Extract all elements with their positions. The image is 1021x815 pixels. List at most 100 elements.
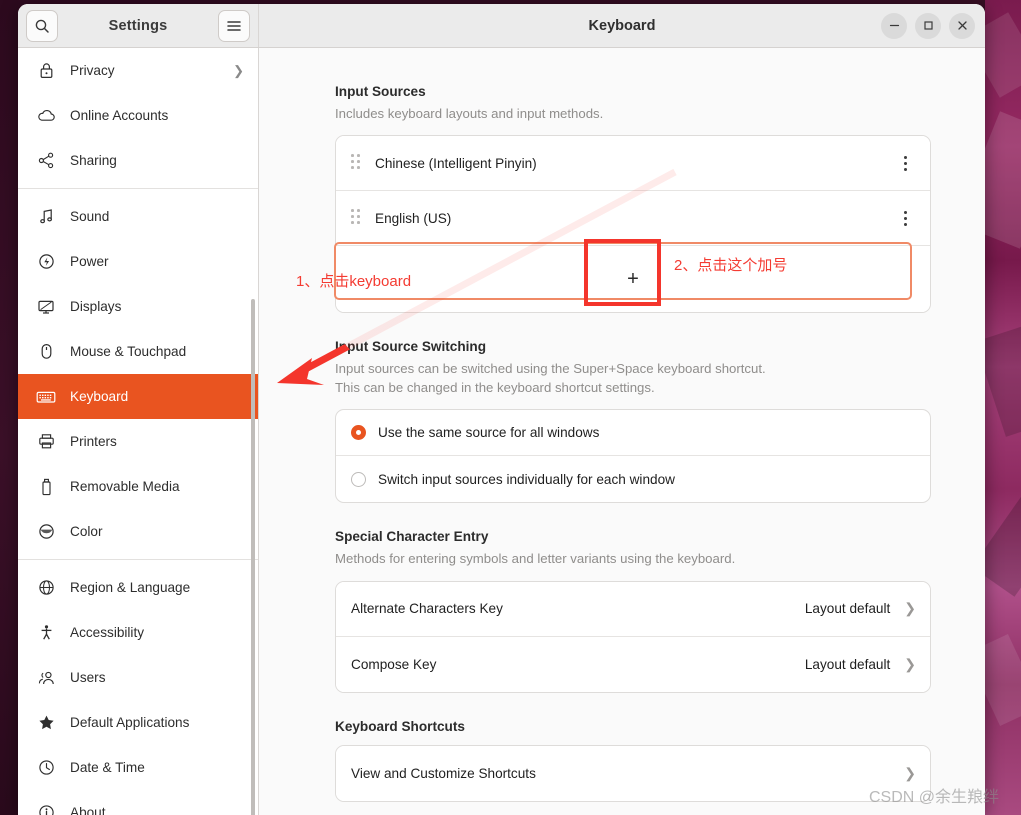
sidebar-item-color[interactable]: Color (18, 509, 258, 554)
radio-unselected-icon[interactable] (351, 471, 366, 487)
sidebar-item-sharing[interactable]: Sharing (18, 138, 258, 183)
sidebar-item-keyboard[interactable]: Keyboard (18, 374, 258, 419)
row-value: Layout default (804, 601, 891, 617)
sidebar-item-online-accounts[interactable]: Online Accounts (18, 93, 258, 138)
input-source-options-button[interactable] (894, 150, 916, 176)
sidebar-item-label: Color (70, 524, 103, 539)
power-bolt-icon (35, 252, 57, 272)
input-source-name: Chinese (Intelligent Pinyin) (375, 155, 537, 171)
input-source-options-button[interactable] (894, 205, 916, 231)
sidebar-item-label: Power (70, 254, 109, 269)
keyboard-icon (35, 387, 57, 407)
share-nodes-icon (35, 151, 57, 171)
sidebar-header: Settings (18, 4, 259, 47)
clock-icon (35, 758, 57, 778)
input-source-switching-description: Input sources can be switched using the … (335, 359, 931, 397)
window-titlebar: Settings Keyboard (18, 4, 985, 48)
monitor-icon (35, 297, 57, 317)
sidebar-divider (18, 559, 258, 560)
sidebar-item-label: Default Applications (70, 715, 190, 730)
sidebar-item-accessibility[interactable]: Accessibility (18, 610, 258, 655)
input-source-switching-heading: Input Source Switching (335, 339, 487, 355)
csdn-watermark: CSDN @余生羪绊 (868, 789, 999, 806)
sidebar-item-sound[interactable]: Sound (18, 194, 258, 239)
sidebar-item-label: Sharing (70, 153, 117, 168)
special-character-entry-card: Alternate Characters Key Layout default … (335, 580, 931, 693)
wallpaper-shape (985, 493, 1021, 597)
compose-key-row[interactable]: Compose Key Layout default ❯ (336, 636, 930, 692)
sidebar-item-label: Online Accounts (70, 108, 169, 123)
sidebar-item-privacy[interactable]: Privacy ❯ (18, 48, 258, 93)
wallpaper-shape (985, 634, 1021, 726)
alternate-characters-key-row[interactable]: Alternate Characters Key Layout default … (336, 581, 930, 637)
drag-handle-icon[interactable] (351, 209, 365, 227)
sidebar-item-displays[interactable]: Displays (18, 284, 258, 329)
window-controls (881, 12, 975, 39)
input-source-row[interactable]: Chinese (Intelligent Pinyin) (336, 136, 930, 192)
sidebar-item-label: Region & Language (70, 580, 191, 595)
switching-option-same-source[interactable]: Use the same source for all windows (336, 410, 930, 457)
switching-option-per-window[interactable]: Switch input sources individually for ea… (336, 456, 930, 502)
chevron-right-icon: ❯ (904, 655, 916, 672)
sidebar-item-label: Removable Media (70, 479, 180, 494)
page-title: Keyboard (588, 17, 656, 34)
settings-app-title: Settings (108, 17, 168, 34)
keyboard-shortcuts-card: View and Customize Shortcuts ❯ (335, 744, 931, 802)
add-input-source-button[interactable]: + (336, 246, 930, 313)
settings-window: Settings Keyboard Privacy ❯ Online Accou… (18, 4, 985, 815)
star-icon (35, 713, 57, 733)
usb-drive-icon (35, 477, 57, 497)
input-sources-heading: Input Sources (335, 84, 426, 99)
sidebar-item-label: Accessibility (70, 625, 145, 640)
close-button[interactable] (949, 12, 975, 39)
view-customize-shortcuts-row[interactable]: View and Customize Shortcuts ❯ (336, 745, 930, 801)
window-body: Privacy ❯ Online Accounts Sharing Sound … (18, 48, 985, 815)
sidebar-item-region-language[interactable]: Region & Language (18, 565, 258, 610)
switching-option-label: Use the same source for all windows (378, 425, 600, 441)
info-circle-icon (35, 803, 57, 815)
sidebar-item-label: Privacy (70, 63, 115, 78)
chevron-right-icon: ❯ (233, 62, 244, 78)
sidebar-item-label: Sound (70, 209, 110, 224)
drag-handle-icon[interactable] (351, 154, 365, 172)
search-button[interactable] (26, 9, 58, 42)
switching-desc-line-2: This can be changed in the keyboard shor… (335, 380, 655, 396)
sidebar-item-about[interactable]: About (18, 790, 258, 815)
switching-option-label: Switch input sources individually for ea… (378, 471, 675, 487)
minimize-button[interactable] (881, 12, 907, 39)
input-sources-card: Chinese (Intelligent Pinyin) English (US… (335, 135, 931, 314)
input-sources-description: Includes keyboard layouts and input meth… (335, 106, 604, 121)
sidebar-item-label: Mouse & Touchpad (70, 344, 187, 359)
sidebar-item-label: About (70, 805, 106, 815)
sidebar-item-label: Users (70, 670, 106, 685)
sidebar-divider (18, 188, 258, 189)
main-menu-button[interactable] (218, 9, 250, 42)
maximize-button[interactable] (915, 12, 941, 39)
keyboard-settings-content: Input Sources Includes keyboard layouts … (259, 48, 985, 815)
chevron-right-icon: ❯ (904, 764, 916, 781)
sidebar-item-default-applications[interactable]: Default Applications (18, 700, 258, 745)
sidebar-item-removable-media[interactable]: Removable Media (18, 464, 258, 509)
sidebar-item-power[interactable]: Power (18, 239, 258, 284)
sidebar-scrollbar[interactable] (251, 299, 255, 815)
printer-icon (35, 432, 57, 452)
mouse-icon (35, 342, 57, 362)
row-value: Layout default (804, 656, 891, 672)
sidebar-item-label: Displays (70, 299, 122, 314)
input-source-switching-card: Use the same source for all windows Swit… (335, 409, 931, 504)
sidebar-item-date-time[interactable]: Date & Time (18, 745, 258, 790)
input-source-row[interactable]: English (US) (336, 191, 930, 247)
sidebar-item-printers[interactable]: Printers (18, 419, 258, 464)
sidebar-item-label: Date & Time (70, 760, 145, 775)
wallpaper-right-edge (985, 0, 1021, 815)
radio-selected-icon[interactable] (351, 425, 366, 441)
switching-desc-line-1: Input sources can be switched using the … (335, 361, 766, 377)
special-character-entry-heading: Special Character Entry (335, 529, 489, 545)
sidebar-item-users[interactable]: Users (18, 655, 258, 700)
sidebar-item-mouse-touchpad[interactable]: Mouse & Touchpad (18, 329, 258, 374)
keyboard-shortcuts-heading: Keyboard Shortcuts (335, 718, 465, 734)
cloud-icon (35, 106, 57, 126)
